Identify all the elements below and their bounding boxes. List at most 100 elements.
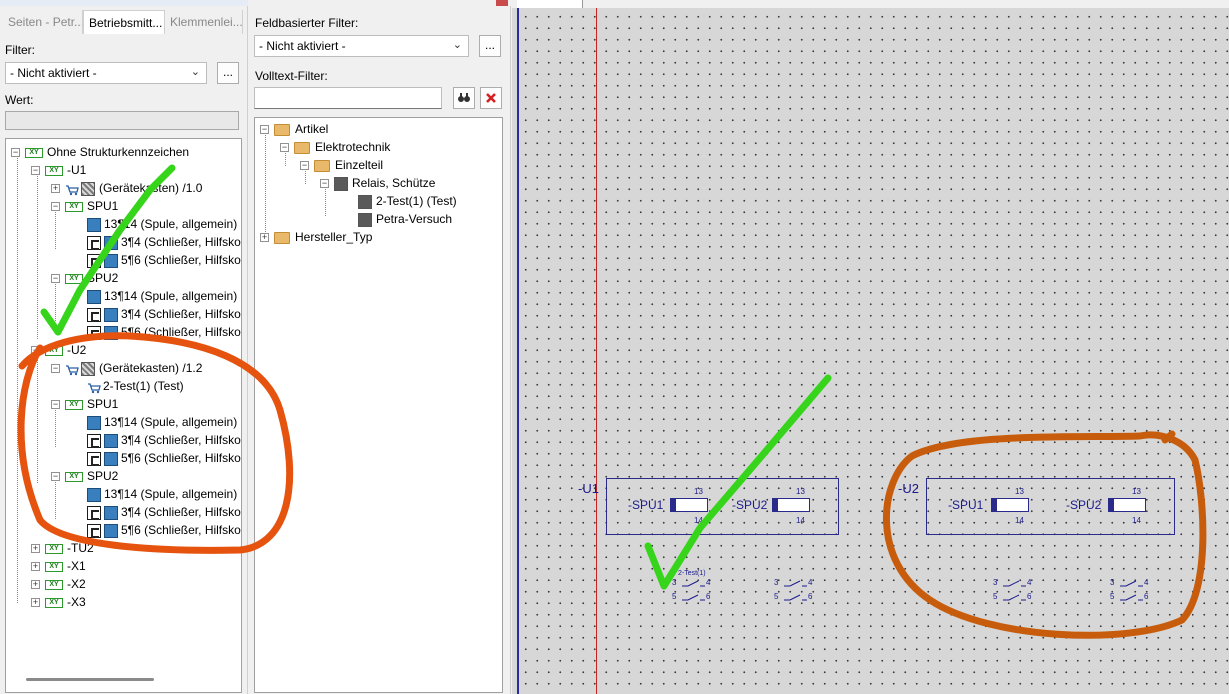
tree-item-coil[interactable]: 13¶14 (Spule, allgemein) <box>87 287 237 305</box>
close-icon[interactable] <box>496 0 508 6</box>
tree-item-label: 5¶6 (Schließer, Hilfsko <box>121 325 241 339</box>
tree-item-label: Artikel <box>295 122 329 136</box>
coil-warning-icon <box>87 415 101 430</box>
structure-tag-icon: XY <box>45 597 63 608</box>
folder-icon <box>274 231 290 244</box>
u1-spu1-coil[interactable] <box>670 498 708 512</box>
tree-item-label: 2-Test(1) (Test) <box>103 379 184 393</box>
terminal-13: 13 <box>694 487 703 496</box>
terminal-13: 13 <box>1132 487 1141 496</box>
article-tree[interactable]: − Artikel − Elektrotechnik − Einzelteil … <box>254 117 503 693</box>
value-field[interactable] <box>5 111 239 130</box>
structure-tag-icon: XY <box>25 147 43 158</box>
cart-icon <box>65 363 79 376</box>
collapse-icon[interactable]: − <box>260 125 269 134</box>
expand-icon[interactable]: + <box>260 233 269 242</box>
collapse-icon[interactable]: − <box>31 346 40 355</box>
device-tree[interactable]: − XY Ohne Strukturkennzeichen − XY -U1 + (… <box>5 138 242 693</box>
schematic-canvas[interactable]: -U1 -SPU1 13 14 -SPU2 13 14 -U2 -SPU1 13… <box>512 0 1229 694</box>
tree-item-coil[interactable]: 13¶14 (Spule, allgemein) <box>87 413 237 431</box>
clear-filter-button[interactable] <box>480 87 502 109</box>
collapse-icon[interactable]: − <box>320 179 329 188</box>
field-filter-label: Feldbasierter Filter: <box>255 16 359 30</box>
structure-tag-icon: XY <box>65 201 83 212</box>
u2-spu2-coil[interactable] <box>1108 498 1146 512</box>
tree-item-label: Petra-Versuch <box>376 212 453 226</box>
tree-item-contact[interactable]: 5¶6 (Schließer, Hilfsko <box>87 449 241 467</box>
relay-icon <box>358 212 372 227</box>
expand-icon[interactable]: + <box>31 544 40 553</box>
panel-titlebar <box>0 0 248 6</box>
tree-item-contact[interactable]: 5¶6 (Schließer, Hilfsko <box>87 251 241 269</box>
tab-betriebsmittel[interactable]: Betriebsmitt... <box>83 10 165 34</box>
expand-icon[interactable]: + <box>51 184 60 193</box>
tree-item-label: -U1 <box>67 163 87 177</box>
collapse-icon[interactable]: − <box>51 202 60 211</box>
u2-spu1-coil[interactable] <box>991 498 1029 512</box>
tree-item-article[interactable]: Petra-Versuch <box>358 210 452 228</box>
expand-icon[interactable]: + <box>31 580 40 589</box>
tree-item-label: SPU1 <box>87 199 119 213</box>
field-filter-value: - Nicht aktiviert - <box>259 39 346 53</box>
tree-item-coil[interactable]: 13¶14 (Spule, allgemein) <box>87 215 237 233</box>
u1-spu1-label[interactable]: -SPU1 <box>628 498 663 512</box>
coil-icon <box>104 433 118 448</box>
tree-item-contact[interactable]: 3¶4 (Schließer, Hilfsko <box>87 431 241 449</box>
tree-item-label: 3¶4 (Schließer, Hilfsko <box>121 505 241 519</box>
tab-klemmenleisten[interactable]: Klemmenlei... <box>165 10 243 34</box>
field-filter-select[interactable]: - Nicht aktiviert - ⌄ <box>254 35 469 57</box>
tree-item-label: 13¶14 (Spule, allgemein) <box>104 289 238 303</box>
u1-spu2-label[interactable]: -SPU2 <box>732 498 767 512</box>
tree-item-label: 3¶4 (Schließer, Hilfsko <box>121 433 241 447</box>
binoculars-button[interactable] <box>453 87 475 109</box>
collapse-icon[interactable]: − <box>11 148 20 157</box>
collapse-icon[interactable]: − <box>280 143 289 152</box>
u2-spu1-label[interactable]: -SPU1 <box>948 498 983 512</box>
tree-item-contact[interactable]: 5¶6 (Schließer, Hilfsko <box>87 323 241 341</box>
field-filter-options-button[interactable]: ... <box>479 35 501 57</box>
coil-icon <box>104 325 118 340</box>
tree-item-label: Ohne Strukturkennzeichen <box>47 145 190 159</box>
structure-tag-icon: XY <box>45 543 63 554</box>
expand-icon[interactable]: + <box>31 598 40 607</box>
collapse-icon[interactable]: − <box>51 472 60 481</box>
tree-item-contact[interactable]: 3¶4 (Schließer, Hilfsko <box>87 233 241 251</box>
panel-tabs: Seiten - Petr... Betriebsmitt... Klemmen… <box>3 10 243 34</box>
collapse-icon[interactable]: − <box>300 161 309 170</box>
tree-item-article[interactable]: 2-Test(1) (Test) <box>358 192 457 210</box>
collapse-icon[interactable]: − <box>51 400 60 409</box>
filter-options-button[interactable]: ... <box>217 62 239 84</box>
u2-device-tag[interactable]: -U2 <box>898 481 919 496</box>
collapse-icon[interactable]: − <box>51 364 60 373</box>
expand-icon[interactable]: + <box>31 562 40 571</box>
tree-item-part[interactable]: 2-Test(1) (Test) <box>87 377 184 395</box>
u2-spu2-label[interactable]: -SPU2 <box>1066 498 1101 512</box>
tree-item-label: 13¶14 (Spule, allgemein) <box>104 415 238 429</box>
tree-item-label: Einzelteil <box>335 158 384 172</box>
tree-item-label: 13¶14 (Spule, allgemein) <box>104 217 238 231</box>
tree-item-label: (Gerätekasten) /1.2 <box>99 361 203 375</box>
collapse-icon[interactable]: − <box>31 166 40 175</box>
tree-item-label: -TU2 <box>67 541 94 555</box>
coil-icon <box>104 307 118 322</box>
part-reference: 2-Test(1) <box>678 570 706 577</box>
tree-item-coil[interactable]: 13¶14 (Spule, allgemein) <box>87 485 237 503</box>
structure-tag-icon: XY <box>45 345 63 356</box>
filter-label: Filter: <box>5 43 35 57</box>
collapse-icon[interactable]: − <box>51 274 60 283</box>
horizontal-scrollbar[interactable] <box>26 678 154 681</box>
contact-icon <box>87 235 101 250</box>
filter-select[interactable]: - Nicht aktiviert - ⌄ <box>5 62 207 84</box>
relay-icon <box>358 194 372 209</box>
tab-seiten[interactable]: Seiten - Petr... <box>3 10 83 34</box>
fulltext-input[interactable] <box>254 87 442 109</box>
contact-icon <box>87 433 101 448</box>
u1-spu2-coil[interactable] <box>772 498 810 512</box>
tree-item-label: Relais, Schütze <box>352 176 436 190</box>
tree-item-contact[interactable]: 3¶4 (Schließer, Hilfsko <box>87 305 241 323</box>
tree-item-contact[interactable]: 5¶6 (Schließer, Hilfsko <box>87 521 241 539</box>
tree-item-label: (Gerätekasten) /1.0 <box>99 181 203 195</box>
tree-item-contact[interactable]: 3¶4 (Schließer, Hilfsko <box>87 503 241 521</box>
page-tab[interactable] <box>517 0 583 8</box>
u1-device-tag[interactable]: -U1 <box>578 481 599 496</box>
